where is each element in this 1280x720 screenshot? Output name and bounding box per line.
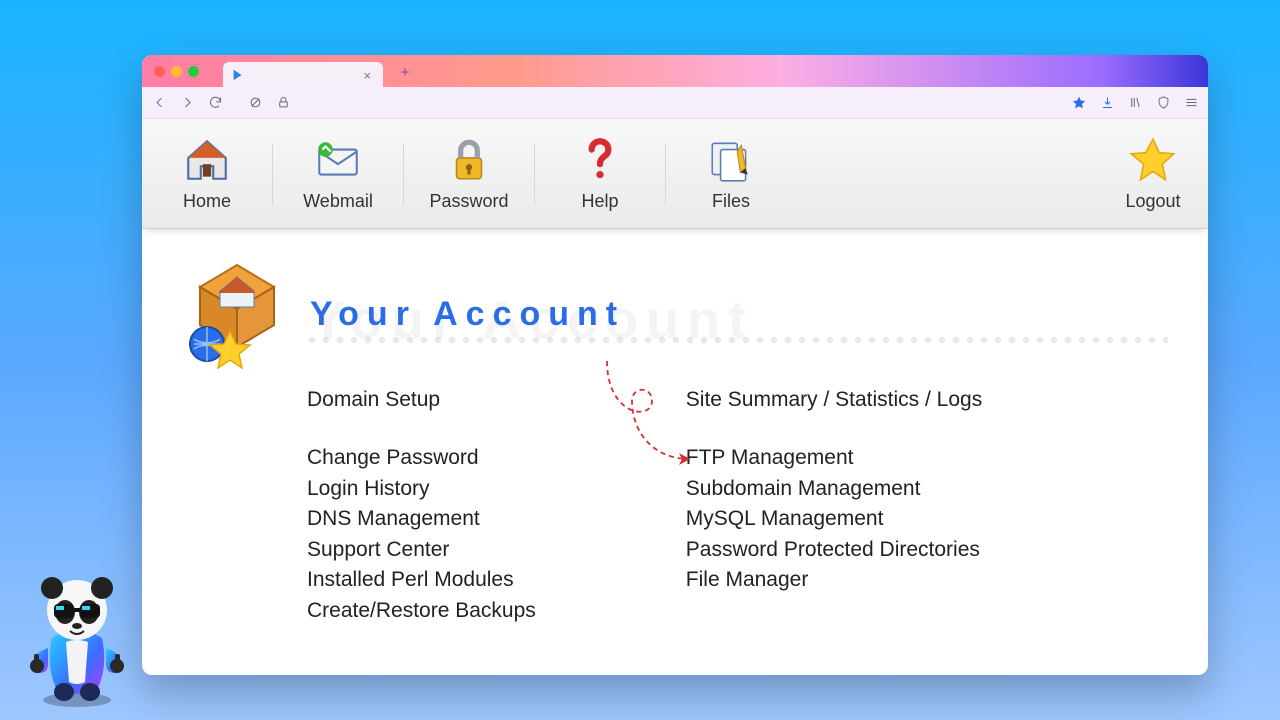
link-login-history[interactable]: Login History xyxy=(307,474,536,504)
download-icon[interactable] xyxy=(1096,92,1118,114)
account-icon xyxy=(182,259,292,369)
bookmark-star-icon[interactable] xyxy=(1068,92,1090,114)
toolbar-password[interactable]: Password xyxy=(404,119,534,228)
toolbar-webmail-label: Webmail xyxy=(303,191,373,212)
forward-button[interactable] xyxy=(176,92,198,114)
account-links: Domain Setup Change Password Login Histo… xyxy=(307,385,1168,626)
mascot-panda xyxy=(22,568,132,708)
close-window-icon[interactable] xyxy=(154,66,165,77)
toolbar-logout[interactable]: Logout xyxy=(1098,119,1208,228)
account-links-col-2: Site Summary / Statistics / Logs FTP Man… xyxy=(686,385,982,626)
tab-favicon xyxy=(231,68,245,82)
link-mysql-management[interactable]: MySQL Management xyxy=(686,504,982,534)
link-password-protected-directories[interactable]: Password Protected Directories xyxy=(686,535,982,565)
toolbar-help[interactable]: Help xyxy=(535,119,665,228)
toolbar-password-label: Password xyxy=(429,191,508,212)
shield-icon[interactable] xyxy=(1152,92,1174,114)
maximize-window-icon[interactable] xyxy=(188,66,199,77)
toolbar-files-label: Files xyxy=(712,191,750,212)
link-site-summary[interactable]: Site Summary / Statistics / Logs xyxy=(686,385,982,415)
link-support-center[interactable]: Support Center xyxy=(307,535,536,565)
browser-tab[interactable]: × xyxy=(223,62,383,88)
help-icon xyxy=(575,135,625,185)
lock-icon[interactable] xyxy=(272,92,294,114)
link-subdomain-management[interactable]: Subdomain Management xyxy=(686,474,982,504)
account-header: Your Account Your Account xyxy=(182,259,1168,369)
app-toolbar: Home Webmail Password Help xyxy=(142,119,1208,229)
window-controls[interactable] xyxy=(154,66,199,77)
browser-toolbar xyxy=(142,87,1208,119)
padlock-icon xyxy=(444,135,494,185)
menu-icon[interactable] xyxy=(1180,92,1202,114)
account-links-col-1: Domain Setup Change Password Login Histo… xyxy=(307,385,536,626)
link-create-restore-backups[interactable]: Create/Restore Backups xyxy=(307,596,536,626)
toolbar-home[interactable]: Home xyxy=(142,119,272,228)
link-installed-perl-modules[interactable]: Installed Perl Modules xyxy=(307,565,536,595)
link-file-manager[interactable]: File Manager xyxy=(686,565,982,595)
files-icon xyxy=(706,135,756,185)
toolbar-files[interactable]: Files xyxy=(666,119,796,228)
toolbar-home-label: Home xyxy=(183,191,231,212)
mail-icon xyxy=(313,135,363,185)
new-tab-button[interactable]: + xyxy=(395,62,415,82)
toolbar-webmail[interactable]: Webmail xyxy=(273,119,403,228)
back-button[interactable] xyxy=(148,92,170,114)
reload-button[interactable] xyxy=(204,92,226,114)
page-title: Your Account xyxy=(310,295,625,334)
home-icon xyxy=(182,135,232,185)
library-icon[interactable] xyxy=(1124,92,1146,114)
minimize-window-icon[interactable] xyxy=(171,66,182,77)
toolbar-help-label: Help xyxy=(581,191,618,212)
link-change-password[interactable]: Change Password xyxy=(307,443,536,473)
browser-titlebar: × + xyxy=(142,55,1208,87)
toolbar-logout-label: Logout xyxy=(1125,191,1180,212)
tab-close-icon[interactable]: × xyxy=(359,68,375,83)
link-ftp-management[interactable]: FTP Management xyxy=(686,443,982,473)
browser-window: × + Home Webmail xyxy=(142,55,1208,675)
tracking-icon[interactable] xyxy=(244,92,266,114)
link-dns-management[interactable]: DNS Management xyxy=(307,504,536,534)
star-icon xyxy=(1128,135,1178,185)
link-domain-setup[interactable]: Domain Setup xyxy=(307,385,536,415)
page-content: Your Account Your Account Domain Setup C… xyxy=(142,229,1208,646)
